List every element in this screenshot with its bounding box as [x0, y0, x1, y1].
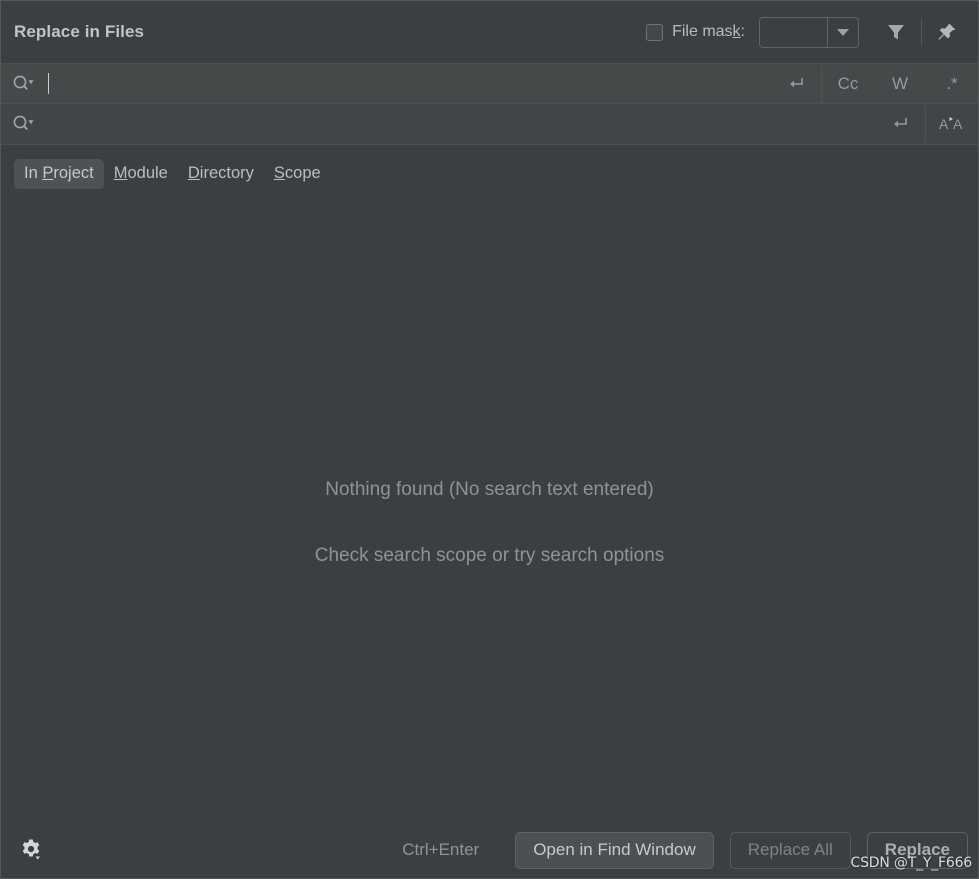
replace-row-actions: A A [873, 104, 978, 144]
replace-in-files-dialog: Replace in Files File mask: Cc W .* A A … [0, 0, 979, 879]
chevron-down-icon[interactable] [827, 17, 858, 47]
replace-field-row[interactable]: A A [1, 104, 978, 145]
scope-tab-directory-post: irectory [199, 164, 254, 182]
file-mask-checkbox[interactable] [646, 23, 664, 41]
file-mask-label-pre: File mas [672, 23, 733, 40]
file-mask-combobox[interactable] [759, 16, 859, 48]
find-row-actions: Cc W .* [769, 64, 978, 103]
page-title: Replace in Files [14, 22, 145, 41]
header-divider [921, 19, 922, 45]
replace-input[interactable] [38, 104, 873, 144]
svg-text:A: A [953, 116, 963, 132]
scope-tab-in-project[interactable]: In Project [14, 159, 104, 189]
gear-dropdown-icon[interactable] [15, 833, 49, 867]
scope-tab-scope[interactable]: Scope [264, 159, 331, 189]
match-case-toggle[interactable]: Cc [822, 64, 874, 103]
empty-state-secondary-message: Check search scope or try search options [314, 545, 665, 566]
scope-tab-in-project-pre: In [24, 164, 43, 182]
replace-insert-new-line-icon[interactable] [873, 104, 925, 144]
scope-tab-scope-post: cope [284, 164, 321, 182]
file-mask-label-mnemonic: k [732, 23, 741, 40]
watermark: CSDN @T_Y_F666 [850, 855, 973, 871]
dialog-header: Replace in Files File mask: [1, 1, 978, 63]
scope-tab-scope-mnemonic: S [273, 164, 285, 182]
scope-tab-directory[interactable]: Directory [178, 159, 264, 189]
results-area: Nothing found (No search text entered) C… [1, 189, 978, 822]
replace-search-dropdown-icon[interactable] [8, 114, 38, 134]
text-caret [48, 73, 49, 94]
scope-tab-module[interactable]: Module [104, 159, 178, 189]
find-field-row[interactable]: Cc W .* [1, 63, 978, 104]
filter-funnel-icon[interactable] [879, 15, 913, 49]
scope-tab-in-project-mnemonic: P [42, 164, 54, 182]
preserve-case-icon[interactable]: A A [926, 104, 978, 144]
shortcut-hint: Ctrl+Enter [402, 840, 480, 859]
file-mask-input[interactable] [760, 18, 827, 47]
svg-text:A: A [939, 116, 949, 132]
scope-tab-in-project-post: roject [53, 164, 94, 182]
words-toggle[interactable]: W [874, 64, 926, 103]
insert-new-line-icon[interactable] [769, 64, 821, 103]
regex-toggle[interactable]: .* [926, 64, 978, 103]
scope-tab-directory-mnemonic: D [187, 164, 200, 182]
search-dropdown-icon[interactable] [8, 74, 38, 94]
replace-all-button[interactable]: Replace All [729, 831, 851, 869]
open-in-find-window-button[interactable]: Open in Find Window [515, 831, 714, 869]
triangle-down-glyph [837, 28, 849, 36]
scope-tabs: In Project Module Directory Scope [1, 145, 978, 189]
scope-tab-module-post: odule [127, 164, 168, 182]
dialog-footer: Ctrl+Enter Open in Find Window Replace A… [1, 822, 978, 878]
pin-icon[interactable] [930, 15, 964, 49]
find-input[interactable] [38, 64, 769, 103]
header-controls: File mask: [646, 15, 964, 49]
file-mask-label: File mask: [672, 23, 745, 41]
file-mask-label-post: : [740, 23, 745, 40]
scope-tab-module-mnemonic: M [113, 164, 128, 182]
empty-state-primary-message: Nothing found (No search text entered) [325, 479, 654, 500]
